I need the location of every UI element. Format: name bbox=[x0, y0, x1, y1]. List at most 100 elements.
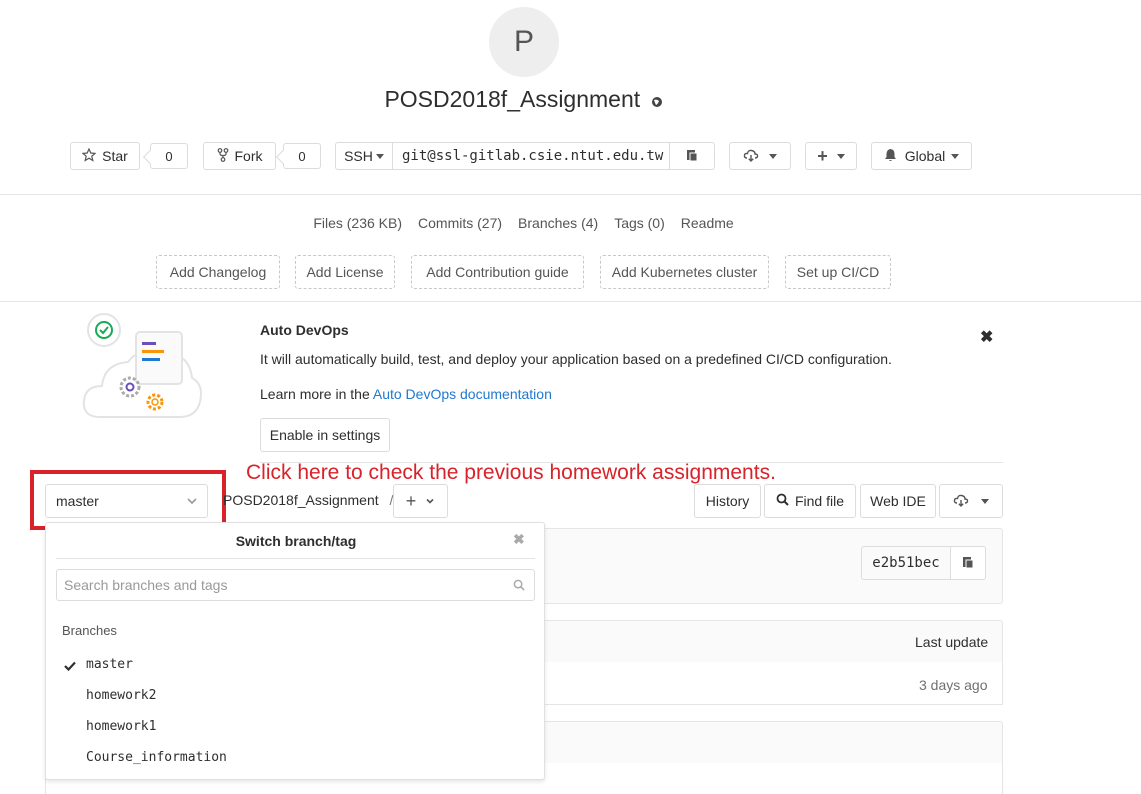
project-name: POSD2018f_Assignment bbox=[384, 86, 641, 112]
fork-button[interactable]: Fork bbox=[203, 142, 276, 170]
checkmark-icon bbox=[64, 658, 76, 674]
cloud-download-icon bbox=[953, 493, 969, 510]
last-update-value: 3 days ago bbox=[919, 677, 988, 693]
dropdown-title: Switch branch/tag bbox=[235, 533, 357, 549]
star-count-value: 0 bbox=[165, 148, 173, 164]
devops-title: Auto DevOps bbox=[260, 322, 349, 338]
chevron-down-icon bbox=[836, 153, 845, 159]
star-icon bbox=[81, 147, 97, 165]
stat-files[interactable]: Files (236 KB) bbox=[313, 215, 402, 231]
branch-item-homework1[interactable]: homework1 bbox=[46, 715, 544, 741]
chevron-down-icon bbox=[186, 494, 198, 510]
download-button[interactable] bbox=[729, 142, 791, 170]
enable-in-settings-button[interactable]: Enable in settings bbox=[260, 418, 390, 452]
branch-search-input[interactable]: Search branches and tags bbox=[56, 569, 535, 601]
branch-dropdown-menu: Switch branch/tag ✖ Search branches and … bbox=[45, 522, 545, 780]
divider bbox=[56, 558, 535, 559]
branches-section-label: Branches bbox=[62, 623, 117, 638]
learn-more-prefix: Learn more in the bbox=[260, 386, 373, 402]
add-kubernetes-cluster-button[interactable]: Add Kubernetes cluster bbox=[600, 255, 769, 289]
chevron-down-icon bbox=[981, 498, 989, 504]
devops-learn-more: Learn more in the Auto DevOps documentat… bbox=[260, 386, 552, 402]
add-to-tree-button[interactable]: + bbox=[393, 484, 448, 518]
fork-label: Fork bbox=[234, 148, 263, 164]
annotation-text: Click here to check the previous homewor… bbox=[246, 461, 776, 484]
branch-item-master[interactable]: master bbox=[46, 653, 544, 679]
commit-sha[interactable]: e2b51bec bbox=[861, 546, 951, 580]
search-icon bbox=[776, 493, 789, 509]
fork-count-value: 0 bbox=[298, 148, 306, 164]
stat-tags[interactable]: Tags (0) bbox=[614, 215, 665, 231]
devops-description: It will automatically build, test, and d… bbox=[260, 351, 892, 367]
star-button[interactable]: Star bbox=[70, 142, 140, 170]
globe-icon bbox=[651, 87, 663, 114]
chevron-down-icon bbox=[375, 153, 384, 159]
branch-item-homework2[interactable]: homework2 bbox=[46, 684, 544, 710]
branch-name: homework1 bbox=[86, 719, 157, 734]
add-contribution-guide-button[interactable]: Add Contribution guide bbox=[411, 255, 584, 289]
search-placeholder: Search branches and tags bbox=[64, 577, 228, 593]
add-changelog-button[interactable]: Add Changelog bbox=[156, 255, 280, 289]
branch-name: master bbox=[86, 657, 133, 672]
history-label: History bbox=[705, 493, 750, 509]
branch-selector[interactable]: master bbox=[45, 484, 208, 518]
commit-sha-value: e2b51bec bbox=[872, 555, 940, 571]
web-ide-button[interactable]: Web IDE bbox=[860, 484, 936, 518]
avatar-letter: P bbox=[513, 25, 534, 58]
project-avatar: P bbox=[489, 7, 559, 77]
copy-sha-button[interactable] bbox=[950, 546, 986, 580]
stat-branches[interactable]: Branches (4) bbox=[518, 215, 598, 231]
project-stats: Files (236 KB) Commits (27) Branches (4)… bbox=[0, 215, 1047, 231]
clipboard-icon bbox=[961, 555, 975, 572]
web-ide-label: Web IDE bbox=[870, 493, 926, 509]
chevron-down-icon bbox=[425, 493, 435, 509]
find-file-label: Find file bbox=[794, 493, 845, 509]
add-license-button[interactable]: Add License bbox=[295, 255, 395, 289]
plus-icon: + bbox=[405, 490, 417, 511]
divider bbox=[0, 194, 1141, 195]
branch-item-course-information[interactable]: Course_information bbox=[46, 746, 544, 772]
fork-icon bbox=[217, 147, 229, 165]
devops-docs-link[interactable]: Auto DevOps documentation bbox=[373, 386, 552, 402]
add-kubernetes-cluster-label: Add Kubernetes cluster bbox=[611, 264, 758, 280]
breadcrumb-project[interactable]: POSD2018f_Assignment bbox=[223, 492, 379, 508]
notification-label: Global bbox=[904, 148, 946, 164]
find-file-button[interactable]: Find file bbox=[764, 484, 856, 518]
branch-name: Course_information bbox=[86, 750, 227, 765]
new-item-button[interactable]: + bbox=[805, 142, 857, 170]
enable-in-settings-label: Enable in settings bbox=[269, 427, 381, 443]
project-title: POSD2018f_Assignment bbox=[0, 86, 1047, 114]
chevron-down-icon bbox=[769, 153, 777, 159]
breadcrumb: POSD2018f_Assignment / bbox=[223, 492, 393, 508]
add-changelog-label: Add Changelog bbox=[169, 264, 267, 280]
clone-protocol-dropdown[interactable]: SSH bbox=[335, 142, 393, 170]
search-icon bbox=[513, 578, 525, 594]
clipboard-icon bbox=[685, 148, 699, 165]
fork-count[interactable]: 0 bbox=[283, 143, 321, 169]
chevron-down-icon bbox=[951, 153, 960, 159]
protocol-label: SSH bbox=[344, 148, 373, 164]
bell-icon bbox=[884, 148, 897, 165]
branch-selector-value: master bbox=[56, 493, 99, 509]
close-icon[interactable]: ✖ bbox=[513, 531, 525, 548]
close-icon[interactable]: ✖ bbox=[980, 327, 993, 347]
clone-url: git@ssl-gitlab.csie.ntut.edu.tw bbox=[402, 148, 664, 164]
star-label: Star bbox=[102, 148, 128, 164]
setup-cicd-button[interactable]: Set up CI/CD bbox=[785, 255, 891, 289]
plus-icon: + bbox=[817, 145, 828, 166]
divider bbox=[0, 301, 1141, 302]
stat-commits[interactable]: Commits (27) bbox=[418, 215, 502, 231]
devops-illustration bbox=[80, 312, 205, 427]
branch-name: homework2 bbox=[86, 688, 157, 703]
setup-cicd-label: Set up CI/CD bbox=[796, 264, 880, 280]
history-button[interactable]: History bbox=[694, 484, 761, 518]
tree-download-button[interactable] bbox=[939, 484, 1003, 518]
star-count[interactable]: 0 bbox=[150, 143, 188, 169]
clone-url-input[interactable]: git@ssl-gitlab.csie.ntut.edu.tw bbox=[392, 142, 670, 170]
last-update-header: Last update bbox=[915, 634, 989, 650]
stat-readme[interactable]: Readme bbox=[681, 215, 734, 231]
add-contribution-guide-label: Add Contribution guide bbox=[426, 264, 569, 280]
notification-button[interactable]: Global bbox=[871, 142, 972, 170]
add-license-label: Add License bbox=[306, 264, 384, 280]
copy-url-button[interactable] bbox=[669, 142, 715, 170]
